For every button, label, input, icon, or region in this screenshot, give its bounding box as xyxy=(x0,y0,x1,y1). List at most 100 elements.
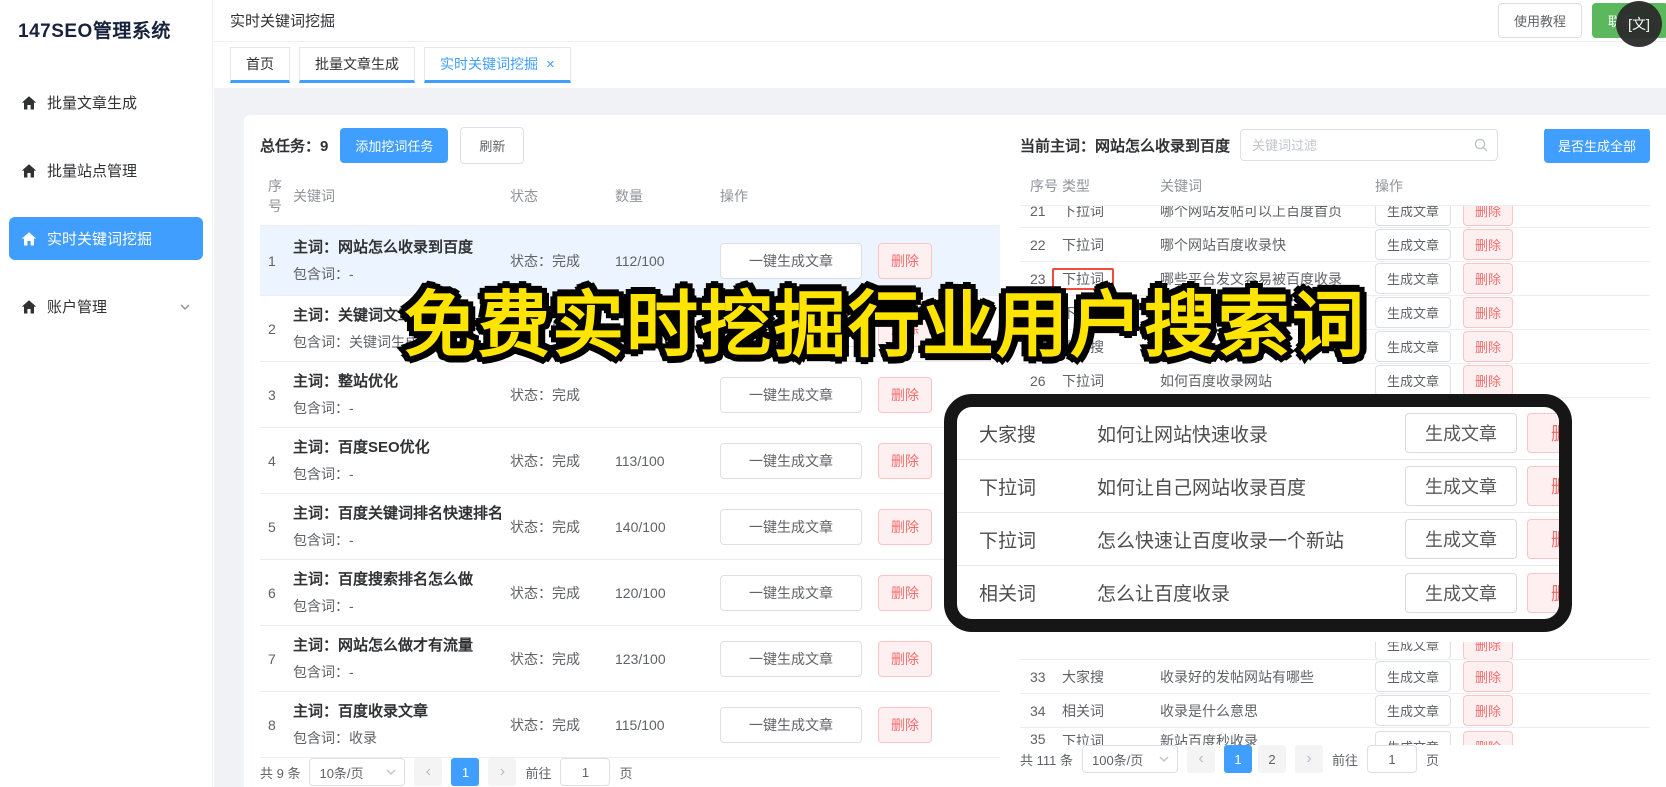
generate-article-button[interactable]: 一键生成文章 xyxy=(720,706,862,743)
generate-article-button[interactable]: 一键生成文章 xyxy=(720,640,862,677)
col-status: 状态 xyxy=(510,188,538,204)
keyword-type: 相关词 xyxy=(1062,701,1160,721)
generate-article-button[interactable]: 一键生成文章 xyxy=(720,574,862,611)
page-title: 实时关键词挖掘 xyxy=(230,13,336,30)
delete-button[interactable]: 删除 xyxy=(1463,731,1514,745)
generate-all-button[interactable]: 是否生成全部 xyxy=(1543,129,1650,163)
delete-button[interactable]: 删除 xyxy=(1527,466,1559,506)
delete-button[interactable]: 删除 xyxy=(1463,229,1514,260)
page-number-2[interactable]: 2 xyxy=(1257,745,1286,773)
generate-article-button[interactable]: 一键生成文章 xyxy=(720,442,862,479)
page-size-select[interactable]: 10条/页 xyxy=(309,758,406,786)
delete-button[interactable]: 删除 xyxy=(1527,519,1559,559)
tab[interactable]: 首页 xyxy=(230,47,290,83)
delete-button[interactable]: 删除 xyxy=(1463,365,1514,396)
prev-page-button[interactable]: ‹ xyxy=(1186,745,1215,773)
sidebar-item-label: 批量文章生成 xyxy=(47,95,138,112)
tab[interactable]: 实时关键词挖掘 × xyxy=(424,47,571,83)
tab[interactable]: 批量文章生成 xyxy=(299,47,415,83)
generate-article-button[interactable]: 生成文章 xyxy=(1375,297,1452,328)
delete-button[interactable]: 删除 xyxy=(878,640,932,677)
page-unit-label: 页 xyxy=(1426,752,1440,768)
task-row[interactable]: 3 主词：整站优化 包含词：- 状态：完成 一键生成文章 删除 xyxy=(260,362,1000,428)
delete-button[interactable]: 删除 xyxy=(878,376,932,413)
delete-button[interactable]: 删除 xyxy=(1527,413,1559,453)
delete-button[interactable]: 删除 xyxy=(1463,263,1514,294)
page-number-1[interactable]: 1 xyxy=(451,758,480,786)
page-numbers: 1 xyxy=(451,758,480,786)
sidebar-item-账户管理[interactable]: 账户管理 xyxy=(9,285,203,328)
delete-button[interactable]: 删除 xyxy=(1463,661,1514,692)
delete-button[interactable]: 删除 xyxy=(1463,331,1514,362)
generate-article-button[interactable]: 一键生成文章 xyxy=(720,508,862,545)
delete-button[interactable]: 删除 xyxy=(878,574,932,611)
delete-button[interactable]: 删除 xyxy=(1527,572,1559,613)
col-keyword: 关键词 xyxy=(293,188,335,204)
delete-button[interactable]: 删除 xyxy=(1463,695,1514,726)
goto-label: 前往 xyxy=(525,765,552,781)
keyword-type: 下拉词 xyxy=(979,530,1037,552)
goto-page-input[interactable] xyxy=(1367,745,1417,773)
generate-article-button[interactable]: 生成文章 xyxy=(1375,642,1452,659)
keyword-text: 怎么让百度收录 xyxy=(1097,584,1231,605)
generate-article-button[interactable]: 一键生成文章 xyxy=(720,376,862,413)
tab-label: 首页 xyxy=(246,56,274,72)
generate-article-button[interactable]: 生成文章 xyxy=(1375,229,1452,260)
task-row[interactable]: 4 主词：百度SEO优化 包含词：- 状态：完成 113/100 一键生成文章 … xyxy=(260,428,1000,494)
task-row[interactable]: 5 主词：百度关键词排名快速排名 包含词：- 状态：完成 140/100 一键生… xyxy=(260,494,1000,560)
keyword-type-text: 下拉词 xyxy=(1062,372,1104,389)
task-status: 状态：完成 xyxy=(510,386,580,403)
page-size-select[interactable]: 100条/页 xyxy=(1081,745,1178,773)
sidebar-item-批量站点管理[interactable]: 批量站点管理 xyxy=(9,149,203,192)
tutorial-button[interactable]: 使用教程 xyxy=(1497,3,1582,38)
task-main-word: 主词：网站怎么收录到百度 xyxy=(293,239,474,256)
pager-total: 共 111 条 xyxy=(1020,752,1073,768)
sidebar-item-批量文章生成[interactable]: 批量文章生成 xyxy=(9,81,203,124)
search-icon xyxy=(1474,138,1488,152)
generate-article-button[interactable]: 生成文章 xyxy=(1405,413,1517,453)
keyword-filter-input[interactable] xyxy=(1252,137,1468,153)
delete-button[interactable]: 删除 xyxy=(1463,642,1514,659)
generate-article-button[interactable]: 生成文章 xyxy=(1375,731,1452,745)
generate-article-button[interactable]: 生成文章 xyxy=(1375,331,1452,362)
keyword-type: 下拉词 xyxy=(1062,731,1160,745)
delete-button[interactable]: 删除 xyxy=(878,442,932,479)
delete-button[interactable]: 删除 xyxy=(878,706,932,743)
task-include-word: 包含词：收录 xyxy=(293,730,377,746)
delete-button[interactable]: 删除 xyxy=(878,508,932,545)
generate-article-button[interactable]: 生成文章 xyxy=(1375,206,1452,226)
keyword-type: 下拉词 xyxy=(979,477,1037,499)
generate-article-button[interactable]: 生成文章 xyxy=(1405,466,1517,506)
task-main-word: 主词：整站优化 xyxy=(293,373,399,390)
generate-article-button[interactable]: 生成文章 xyxy=(1405,572,1517,613)
keyword-actions: 生成文章 删除 xyxy=(1375,263,1650,294)
next-page-button[interactable]: › xyxy=(488,758,517,786)
col-actions: 操作 xyxy=(720,188,748,204)
delete-button[interactable]: 删除 xyxy=(878,242,932,279)
task-row[interactable]: 7 主词：网站怎么做才有流量 包含词：- 状态：完成 123/100 一键生成文… xyxy=(260,626,1000,692)
task-row[interactable]: 8 主词：百度收录文章 包含词：收录 状态：完成 115/100 一键生成文章 … xyxy=(260,692,1000,758)
delete-button[interactable]: 删除 xyxy=(1463,297,1514,328)
sidebar-item-实时关键词挖掘[interactable]: 实时关键词挖掘 xyxy=(9,217,203,260)
next-page-button[interactable]: › xyxy=(1294,745,1323,773)
generate-article-button[interactable]: 生成文章 xyxy=(1375,661,1452,692)
generate-article-button[interactable]: 生成文章 xyxy=(1375,365,1452,396)
task-include-word: 包含词：- xyxy=(293,466,354,482)
add-task-button[interactable]: 添加挖词任务 xyxy=(340,127,449,163)
generate-article-button[interactable]: 生成文章 xyxy=(1375,695,1452,726)
generate-article-button[interactable]: 生成文章 xyxy=(1405,519,1517,559)
keyword-row: 生成文章 删除 xyxy=(1020,642,1650,660)
goto-page-input[interactable] xyxy=(560,758,611,786)
prev-page-button[interactable]: ‹ xyxy=(414,758,443,786)
generate-article-button[interactable]: 一键生成文章 xyxy=(720,242,862,279)
delete-button[interactable]: 删除 xyxy=(1463,206,1514,226)
task-row[interactable]: 6 主词：百度搜索排名怎么做 包含词：- 状态：完成 120/100 一键生成文… xyxy=(260,560,1000,626)
refresh-button[interactable]: 刷新 xyxy=(460,126,525,164)
keyword-actions: 生成文章 删除 xyxy=(1375,365,1650,396)
translate-float-icon[interactable]: [文] xyxy=(1616,1,1662,47)
task-main-word: 主词：百度关键词排名快速排名 xyxy=(293,505,504,522)
keyword-row: 22 下拉词 哪个网站百度收录快 生成文章 删除 xyxy=(1020,228,1650,262)
generate-article-button[interactable]: 生成文章 xyxy=(1375,263,1452,294)
close-icon[interactable]: × xyxy=(546,57,555,72)
page-number-1[interactable]: 1 xyxy=(1223,745,1252,773)
